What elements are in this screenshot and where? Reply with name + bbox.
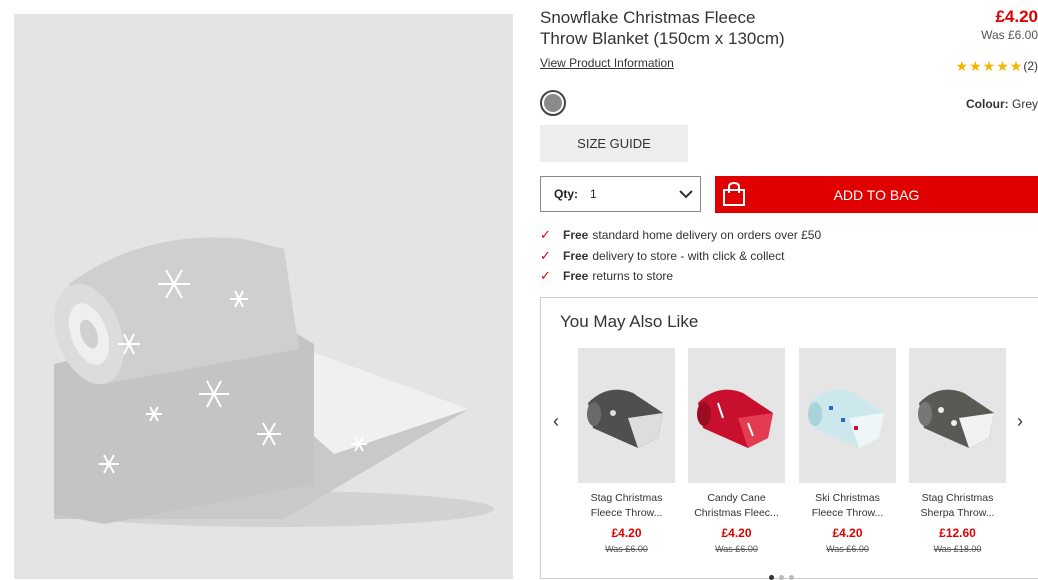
check-icon: ✓ — [540, 227, 551, 243]
benefit-text: returns to store — [592, 269, 674, 284]
rating[interactable]: ★ ★ ★ ★ ★ (2) — [956, 59, 1038, 73]
quantity-label: Qty: — [554, 187, 578, 201]
product-image — [14, 14, 513, 579]
product-card-was-price: Was £18.00 — [933, 544, 982, 554]
card-name-line1: Stag Christmas — [921, 492, 994, 504]
carousel-dot[interactable] — [789, 575, 794, 580]
product-card-name: Candy Cane Christmas Fleec... — [688, 491, 785, 521]
quantity-select[interactable]: Qty: 1 — [540, 176, 701, 212]
delivery-benefits: ✓ Free standard home delivery on orders … — [540, 225, 821, 287]
product-card-name: Stag Christmas Sherpa Throw... — [909, 491, 1006, 521]
card-name-line2: Sherpa Throw... — [920, 507, 995, 519]
card-name-line1: Candy Cane — [707, 492, 766, 504]
size-guide-button[interactable]: SIZE GUIDE — [540, 125, 688, 162]
product-title-line1: Snowflake Christmas Fleece — [540, 8, 756, 27]
card-name-line2: Fleece Throw... — [590, 507, 663, 519]
benefit-text: delivery to store - with click & collect — [592, 248, 785, 263]
benefit-bold: Free — [563, 269, 589, 284]
product-card-name: Ski Christmas Fleece Throw... — [799, 491, 896, 521]
benefit-text: standard home delivery on orders over £5… — [592, 228, 822, 243]
product-card-was-price: Was £6.00 — [826, 544, 869, 554]
product-was-price: Was £6.00 — [981, 28, 1038, 42]
view-product-information-link[interactable]: View Product Information — [540, 56, 674, 70]
colour-value: Grey — [1011, 97, 1038, 111]
add-to-bag-label: ADD TO BAG — [833, 186, 920, 203]
also-like-title: You May Also Like — [560, 312, 699, 331]
product-card[interactable]: Candy Cane Christmas Fleec... £4.20 Was … — [688, 348, 785, 554]
benefit-item: ✓ Free standard home delivery on orders … — [540, 225, 821, 246]
check-icon: ✓ — [540, 268, 551, 284]
benefit-item: ✓ Free returns to store — [540, 266, 821, 287]
you-may-also-like-panel: You May Also Like ‹ › Stag Christmas Fle… — [540, 297, 1038, 580]
product-card[interactable]: Stag Christmas Sherpa Throw... £12.60 Wa… — [909, 348, 1006, 554]
chevron-down-icon — [678, 186, 694, 205]
carousel-dots — [769, 575, 794, 580]
colour-swatch-grey[interactable] — [540, 90, 566, 116]
benefit-bold: Free — [563, 228, 589, 243]
product-card-was-price: Was £6.00 — [715, 544, 758, 554]
shopping-bag-icon — [721, 181, 747, 212]
product-card[interactable]: Stag Christmas Fleece Throw... £4.20 Was… — [578, 348, 675, 554]
product-title: Snowflake Christmas Fleece Throw Blanket… — [540, 7, 870, 49]
card-name-line1: Ski Christmas — [815, 492, 880, 504]
card-name-line2: Fleece Throw... — [811, 507, 884, 519]
product-card[interactable]: Ski Christmas Fleece Throw... £4.20 Was … — [799, 348, 896, 554]
product-card-price: £4.20 — [611, 526, 642, 540]
star-icon: ★ — [955, 58, 969, 74]
star-icon: ★ — [1009, 58, 1023, 74]
chevron-right-icon[interactable]: › — [1017, 411, 1023, 432]
product-price: £4.20 — [995, 7, 1038, 26]
carousel-dot[interactable] — [769, 575, 774, 580]
check-icon: ✓ — [540, 247, 551, 263]
colour-indicator: Colour: Grey — [966, 97, 1038, 111]
product-title-line2: Throw Blanket (150cm x 130cm) — [540, 29, 785, 48]
rating-count: (2) — [1023, 59, 1038, 73]
product-card-price: £12.60 — [939, 526, 976, 540]
product-card-image — [909, 348, 1006, 483]
card-name-line2: Christmas Fleec... — [694, 507, 779, 519]
add-to-bag-button[interactable]: ADD TO BAG — [715, 176, 1038, 213]
product-card-image — [799, 348, 896, 483]
product-card-image — [688, 348, 785, 483]
product-card-name: Stag Christmas Fleece Throw... — [578, 491, 675, 521]
star-icon: ★ — [969, 58, 982, 74]
product-card-price: £4.20 — [721, 526, 752, 540]
star-icon: ★ — [996, 58, 1009, 74]
chevron-left-icon[interactable]: ‹ — [553, 411, 559, 432]
card-name-line1: Stag Christmas — [590, 492, 663, 504]
benefit-bold: Free — [563, 248, 589, 263]
swatch-dot — [544, 94, 562, 112]
product-card-image — [578, 348, 675, 483]
carousel-dot[interactable] — [779, 575, 784, 580]
star-icon: ★ — [982, 58, 996, 74]
product-card-price: £4.20 — [832, 526, 863, 540]
product-card-was-price: Was £6.00 — [605, 544, 648, 554]
quantity-value: 1 — [590, 187, 597, 201]
colour-label: Colour: — [965, 97, 1009, 111]
benefit-item: ✓ Free delivery to store - with click & … — [540, 246, 821, 267]
